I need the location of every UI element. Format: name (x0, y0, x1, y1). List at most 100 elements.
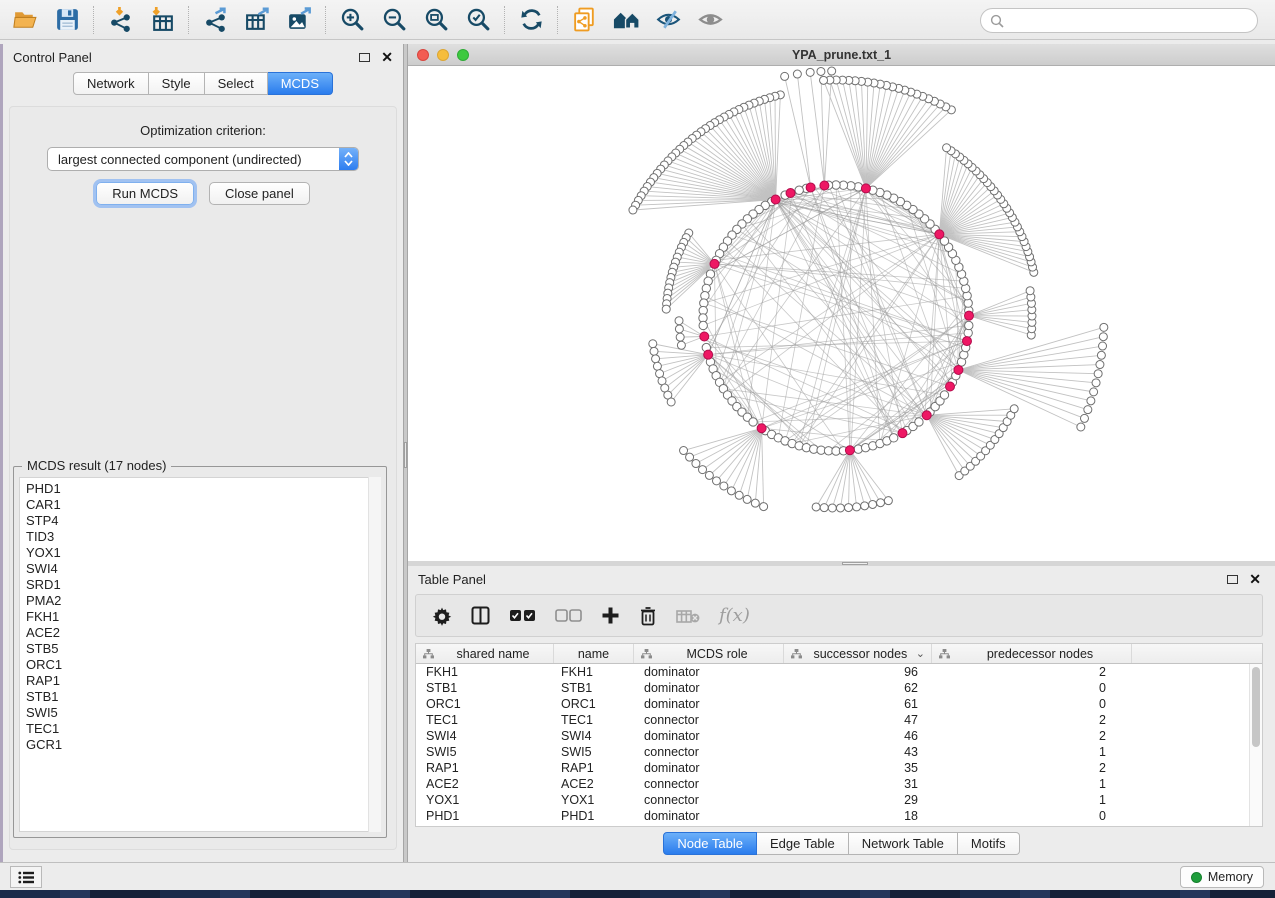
add-column-button[interactable] (601, 606, 620, 625)
memory-button[interactable]: Memory (1180, 866, 1264, 888)
table-row[interactable]: PHD1PHD1dominator180 (416, 808, 1249, 824)
home-networks-button[interactable] (605, 3, 647, 37)
close-panel-button[interactable]: Close panel (209, 182, 310, 205)
network-canvas-svg[interactable] (408, 66, 1275, 561)
table-cell: 96 (784, 665, 932, 679)
run-mcds-button[interactable]: Run MCDS (96, 182, 194, 205)
column-header-predecessor-nodes[interactable]: predecessor nodes (932, 644, 1132, 663)
table-cell: connector (634, 713, 784, 727)
mcds-result-item[interactable]: ORC1 (20, 657, 380, 673)
zoom-in-button[interactable] (331, 3, 373, 37)
tab-node-table[interactable]: Node Table (663, 832, 757, 855)
hide-graphics-details-button[interactable] (647, 3, 689, 37)
table-cell: TEC1 (554, 713, 634, 727)
mcds-result-item[interactable]: CAR1 (20, 497, 380, 513)
open-file-button[interactable] (4, 3, 46, 37)
table-row[interactable]: TEC1TEC1connector472 (416, 712, 1249, 728)
mcds-result-item[interactable]: PHD1 (20, 481, 380, 497)
refresh-icon (518, 6, 545, 33)
share-pages-button[interactable] (563, 3, 605, 37)
mcds-result-item[interactable]: YOX1 (20, 545, 380, 561)
network-titlebar[interactable]: YPA_prune.txt_1 (408, 44, 1275, 66)
table-row[interactable]: YOX1YOX1connector291 (416, 792, 1249, 808)
tab-network[interactable]: Network (73, 72, 149, 95)
mcds-result-item[interactable]: RAP1 (20, 673, 380, 689)
tab-style[interactable]: Style (149, 72, 205, 95)
save-session-button[interactable] (46, 3, 88, 37)
tab-network-table[interactable]: Network Table (849, 832, 958, 855)
search-field[interactable] (980, 8, 1258, 33)
zoom-selected-button[interactable] (457, 3, 499, 37)
table-row[interactable]: SWI4SWI4dominator462 (416, 728, 1249, 744)
mcds-result-item[interactable]: SWI5 (20, 705, 380, 721)
float-panel-icon[interactable] (1227, 575, 1238, 584)
tab-motifs[interactable]: Motifs (958, 832, 1020, 855)
desktop-wallpaper (0, 890, 1275, 898)
control-panel: Control Panel ✕ NetworkStyleSelectMCDS O… (3, 44, 403, 862)
table-row[interactable]: RAP1RAP1dominator352 (416, 760, 1249, 776)
table-row[interactable]: SWI5SWI5connector431 (416, 744, 1249, 760)
mcds-result-item[interactable]: SWI4 (20, 561, 380, 577)
zoom-fit-content-button[interactable] (415, 3, 457, 37)
mcds-result-item[interactable]: STP4 (20, 513, 380, 529)
list-icon (18, 871, 34, 884)
table-cell: dominator (634, 761, 784, 775)
mcds-result-item[interactable]: STB5 (20, 641, 380, 657)
table-cell: FKH1 (416, 665, 554, 679)
export-table-button[interactable] (236, 3, 278, 37)
float-panel-icon[interactable] (359, 53, 370, 62)
export-network-icon (202, 6, 229, 33)
export-image-button[interactable] (278, 3, 320, 37)
mcds-list-scrollbar[interactable] (368, 477, 381, 832)
close-panel-icon[interactable]: ✕ (381, 50, 393, 64)
delete-column-button[interactable] (639, 606, 657, 626)
table-cell: YOX1 (416, 793, 554, 807)
splitter-grip[interactable] (404, 442, 407, 468)
table-cell: 2 (932, 761, 1132, 775)
table-cell: connector (634, 745, 784, 759)
import-table-file-button[interactable] (141, 3, 183, 37)
table-cell: SWI5 (416, 745, 554, 759)
table-scrollbar[interactable] (1249, 664, 1262, 826)
scrollbar-thumb[interactable] (1252, 667, 1260, 747)
table-row[interactable]: ACE2ACE2connector311 (416, 776, 1249, 792)
mcds-result-item[interactable]: SRD1 (20, 577, 380, 593)
column-header-name[interactable]: name (554, 644, 634, 663)
table-row[interactable]: FKH1FKH1dominator962 (416, 664, 1249, 680)
export-network-button[interactable] (194, 3, 236, 37)
task-history-button[interactable] (10, 866, 42, 888)
zoom-out-button[interactable] (373, 3, 415, 37)
column-header-successor-nodes[interactable]: successor nodes⌄ (784, 644, 932, 663)
mcds-result-item[interactable]: PMA2 (20, 593, 380, 609)
optimization-criterion-select[interactable]: largest connected component (undirected) (47, 147, 359, 171)
houses-icon (612, 6, 641, 33)
refresh-view-button[interactable] (510, 3, 552, 37)
column-header-shared-name[interactable]: shared name (416, 644, 554, 663)
sitemap-icon (939, 649, 950, 659)
tab-select[interactable]: Select (205, 72, 268, 95)
splitter-grip[interactable] (842, 562, 868, 565)
mcds-result-item[interactable]: TID3 (20, 529, 380, 545)
mcds-result-item[interactable]: FKH1 (20, 609, 380, 625)
select-all-button[interactable] (509, 609, 536, 622)
mcds-result-item[interactable]: ACE2 (20, 625, 380, 641)
mcds-result-item[interactable]: STB1 (20, 689, 380, 705)
mcds-result-item[interactable]: GCR1 (20, 737, 380, 753)
column-label: successor nodes (805, 647, 916, 661)
sort-menu-icon[interactable]: ⌄ (916, 647, 925, 660)
import-network-file-button[interactable] (99, 3, 141, 37)
search-input[interactable] (1010, 13, 1248, 28)
column-header-mcds-role[interactable]: MCDS role (634, 644, 784, 663)
network-view[interactable] (408, 66, 1275, 561)
close-panel-icon[interactable]: ✕ (1249, 572, 1261, 586)
clear-selection-button[interactable] (555, 609, 582, 622)
table-row[interactable]: STB1STB1dominator620 (416, 680, 1249, 696)
table-row[interactable]: ORC1ORC1dominator610 (416, 696, 1249, 712)
tab-mcds[interactable]: MCDS (268, 72, 333, 95)
table-cell: dominator (634, 665, 784, 679)
table-settings-button[interactable] (432, 606, 452, 626)
mcds-result-item[interactable]: TEC1 (20, 721, 380, 737)
tab-edge-table[interactable]: Edge Table (757, 832, 849, 855)
show-graphics-details-button[interactable] (689, 3, 731, 37)
column-layout-button[interactable] (471, 606, 490, 625)
